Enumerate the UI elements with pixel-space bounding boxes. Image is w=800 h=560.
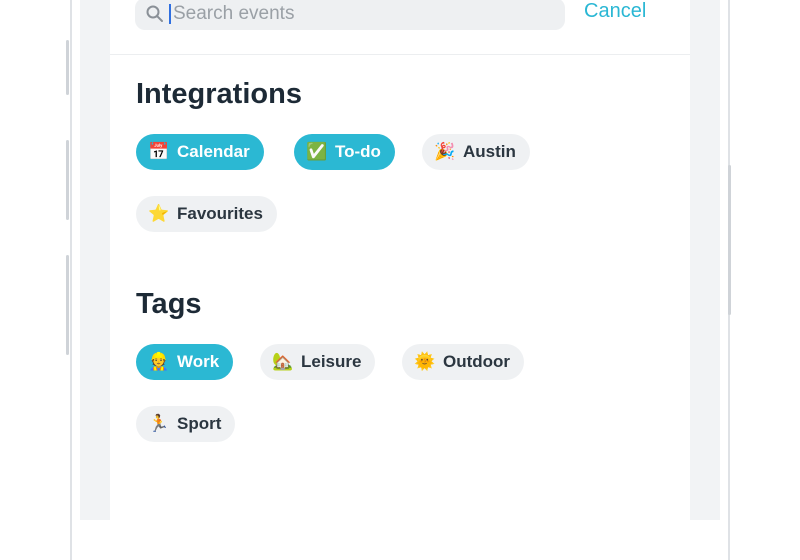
tags-title: Tags <box>136 288 202 320</box>
chip-label: Favourites <box>177 204 263 223</box>
device-side-button <box>66 40 69 95</box>
chip-label: Work <box>177 352 220 371</box>
chip-label: To-do <box>335 142 381 161</box>
chip-leisure[interactable]: 🏡 Leisure <box>260 344 376 380</box>
chip-favourites[interactable]: ⭐ Favourites <box>136 196 277 232</box>
search-box[interactable] <box>135 0 565 30</box>
checkmark-icon: ✅ <box>306 142 328 161</box>
cancel-button[interactable]: Cancel <box>584 0 646 23</box>
search-input[interactable] <box>173 3 533 25</box>
search-icon <box>145 4 165 24</box>
chip-label: Leisure <box>301 352 362 371</box>
chip-austin[interactable]: 🎉 Austin <box>422 134 530 170</box>
runner-icon: 🏃 <box>148 414 170 433</box>
integrations-title: Integrations <box>136 78 302 110</box>
filter-panel: Cancel Integrations 📅 Calendar ✅ To-do 🎉… <box>110 0 690 520</box>
party-popper-icon: 🎉 <box>434 142 456 161</box>
chip-label: Outdoor <box>443 352 511 371</box>
worker-icon: 👷 <box>148 352 170 371</box>
text-cursor <box>169 4 171 24</box>
chip-calendar[interactable]: 📅 Calendar <box>136 134 264 170</box>
chip-outdoor[interactable]: 🌞 Outdoor <box>402 344 525 380</box>
star-icon: ⭐ <box>148 204 170 223</box>
search-bar: Cancel <box>110 0 690 55</box>
device-side-button <box>66 255 69 355</box>
chip-label: Calendar <box>177 142 250 161</box>
sun-icon: 🌞 <box>414 352 436 371</box>
calendar-icon: 📅 <box>148 142 170 161</box>
chip-work[interactable]: 👷 Work <box>136 344 234 380</box>
device-side-button <box>728 165 731 315</box>
chip-label: Sport <box>177 414 222 433</box>
chip-label: Austin <box>463 142 516 161</box>
device-side-button <box>66 140 69 220</box>
chip-sport[interactable]: 🏃 Sport <box>136 406 236 442</box>
house-icon: 🏡 <box>272 352 294 371</box>
chip-to-do[interactable]: ✅ To-do <box>294 134 395 170</box>
